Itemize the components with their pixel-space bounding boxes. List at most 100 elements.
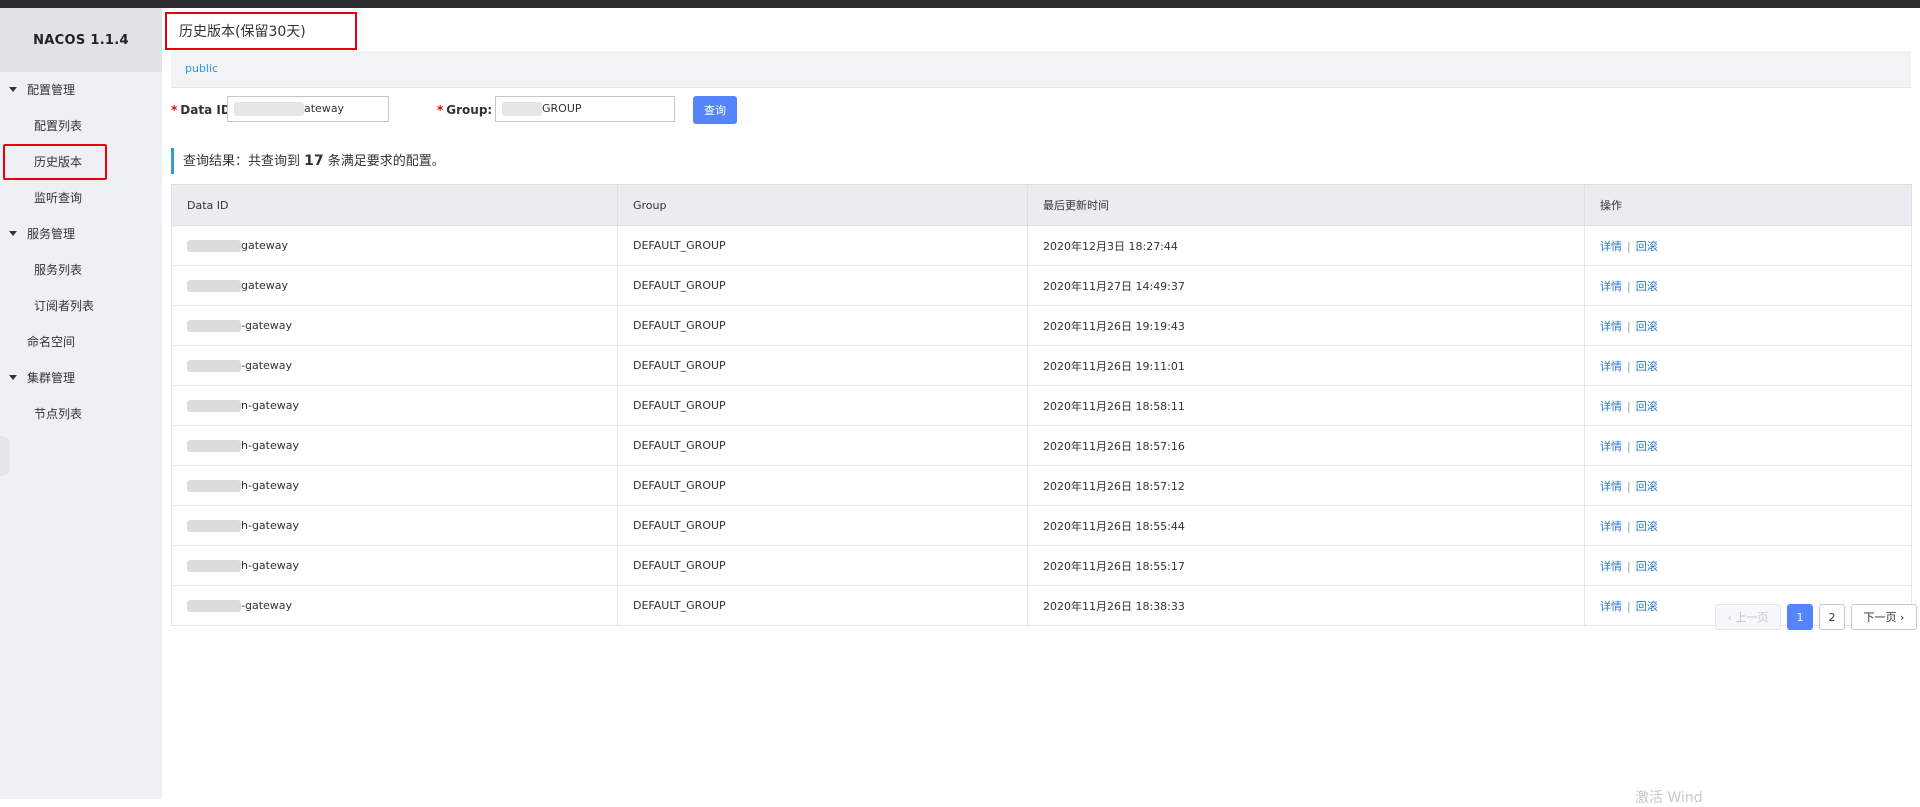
sidebar-item-label: 命名空间 [27,335,76,349]
sidebar-item-label: 服务列表 [34,263,83,277]
collapse-handle[interactable] [0,436,10,476]
time-cell: 2020年12月3日 18:27:44 [1027,225,1585,266]
operation-cell: 详情 | 回滚 [1584,345,1912,386]
op-separator: | [1627,439,1631,453]
activation-watermark: 激活 Wind [1635,790,1703,806]
detail-link[interactable]: 详情 [1600,280,1622,293]
table-row: n-gateway DEFAULT_GROUP 2020年11月26日 18:58:… [171,385,1912,426]
detail-link[interactable]: 详情 [1600,360,1622,373]
detail-link[interactable]: 详情 [1600,240,1622,253]
column-header[interactable]: Data ID [171,184,618,226]
table-row: gateway DEFAULT_GROUP 2020年11月27日 14:49:37… [171,265,1912,306]
rollback-link[interactable]: 回滚 [1636,400,1658,413]
rollback-link[interactable]: 回滚 [1636,480,1658,493]
redacted-text [187,480,241,492]
dataid-cell: -gateway [171,305,618,346]
sidebar-item-label: 监听查询 [34,191,83,205]
op-separator: | [1627,519,1631,533]
main-content: 历史版本(保留30天) public * Data ID ateway * Grou… [165,8,1917,799]
table-header-row: Data ID Group 最后更新时间 操作 [171,184,1912,226]
sidebar-item-config-list[interactable]: 配置列表 [0,108,162,144]
redacted-text [502,102,542,116]
group-cell: DEFAULT_GROUP [617,465,1028,506]
sidebar-item-namespace[interactable]: 命名空间 [0,324,162,360]
redacted-text [187,280,241,292]
sidebar-item-label: 历史版本 [34,155,83,169]
page-button-1[interactable]: 1 [1787,604,1813,630]
history-table: Data ID Group 最后更新时间 操作 gateway DEFAULT_G… [171,184,1912,626]
op-separator: | [1627,279,1631,293]
chevron-right-icon: › [1896,610,1905,624]
group-input[interactable]: GROUP [495,96,675,122]
namespace-tab-public[interactable]: public [185,62,218,75]
dataid-label: * Data ID [171,103,231,117]
detail-link[interactable]: 详情 [1600,400,1622,413]
dataid-cell: h-gateway [171,465,618,506]
sidebar-group-label: 服务管理 [27,227,76,241]
page-button-2[interactable]: 2 [1819,604,1845,630]
group-cell: DEFAULT_GROUP [617,265,1028,306]
required-mark: * [437,103,444,117]
detail-link[interactable]: 详情 [1600,320,1622,333]
redacted-text [187,520,241,532]
table-row: -gateway DEFAULT_GROUP 2020年11月26日 19:19:4… [171,305,1912,346]
time-cell: 2020年11月26日 19:11:01 [1027,345,1585,386]
operation-cell: 详情 | 回滚 [1584,265,1912,306]
sidebar-group-cluster[interactable]: 集群管理 [0,360,162,396]
dataid-cell: gateway [171,225,618,266]
detail-link[interactable]: 详情 [1600,480,1622,493]
prev-page-button[interactable]: ‹ 上一页 [1715,604,1781,630]
operation-cell: 详情 | 回滚 [1584,385,1912,426]
detail-link[interactable]: 详情 [1600,440,1622,453]
sidebar-item-node-list[interactable]: 节点列表 [0,396,162,432]
rollback-link[interactable]: 回滚 [1636,600,1658,613]
sidebar-item-service-list[interactable]: 服务列表 [0,252,162,288]
op-separator: | [1627,599,1631,613]
detail-link[interactable]: 详情 [1600,560,1622,573]
detail-link[interactable]: 详情 [1600,520,1622,533]
group-cell: DEFAULT_GROUP [617,505,1028,546]
time-cell: 2020年11月26日 18:55:17 [1027,545,1585,586]
op-separator: | [1627,319,1631,333]
sidebar-item-listener-query[interactable]: 监听查询 [0,180,162,216]
next-page-button[interactable]: 下一页 › [1851,604,1917,630]
table-row: gateway DEFAULT_GROUP 2020年12月3日 18:27:44 详… [171,225,1912,266]
redacted-text [187,320,241,332]
sidebar-item-subscriber-list[interactable]: 订阅者列表 [0,288,162,324]
sidebar: NACOS 1.1.4 配置管理 配置列表 历史版本 监听查询 服务管理 服务列… [0,8,162,799]
sidebar-item-label: 配置列表 [34,119,83,133]
rollback-link[interactable]: 回滚 [1636,440,1658,453]
operation-cell: 详情 | 回滚 [1584,425,1912,466]
rollback-link[interactable]: 回滚 [1636,360,1658,373]
rollback-link[interactable]: 回滚 [1636,240,1658,253]
redacted-text [187,440,241,452]
dataid-cell: n-gateway [171,385,618,426]
operation-cell: 详情 | 回滚 [1584,465,1912,506]
rollback-link[interactable]: 回滚 [1636,520,1658,533]
dataid-input[interactable]: ateway [227,96,389,122]
redacted-text [187,400,241,412]
sidebar-group-config[interactable]: 配置管理 [0,72,162,108]
detail-link[interactable]: 详情 [1600,600,1622,613]
column-header[interactable]: 最后更新时间 [1027,184,1585,226]
dataid-cell: h-gateway [171,545,618,586]
table-row: -gateway DEFAULT_GROUP 2020年11月26日 19:11:0… [171,345,1912,386]
time-cell: 2020年11月26日 18:57:12 [1027,465,1585,506]
operation-cell: 详情 | 回滚 [1584,225,1912,266]
sidebar-group-service[interactable]: 服务管理 [0,216,162,252]
redacted-text [234,102,304,116]
table-row: -gateway DEFAULT_GROUP 2020年11月26日 18:38:3… [171,585,1912,626]
group-cell: DEFAULT_GROUP [617,225,1028,266]
search-button[interactable]: 查询 [693,96,737,124]
op-separator: | [1627,359,1631,373]
op-separator: | [1627,239,1631,253]
dataid-cell: -gateway [171,345,618,386]
column-header: 操作 [1584,184,1912,226]
column-header[interactable]: Group [617,184,1028,226]
caret-down-icon [9,87,17,92]
rollback-link[interactable]: 回滚 [1636,320,1658,333]
result-count: 17 [304,153,324,169]
sidebar-item-history[interactable]: 历史版本 [3,144,107,180]
rollback-link[interactable]: 回滚 [1636,560,1658,573]
rollback-link[interactable]: 回滚 [1636,280,1658,293]
